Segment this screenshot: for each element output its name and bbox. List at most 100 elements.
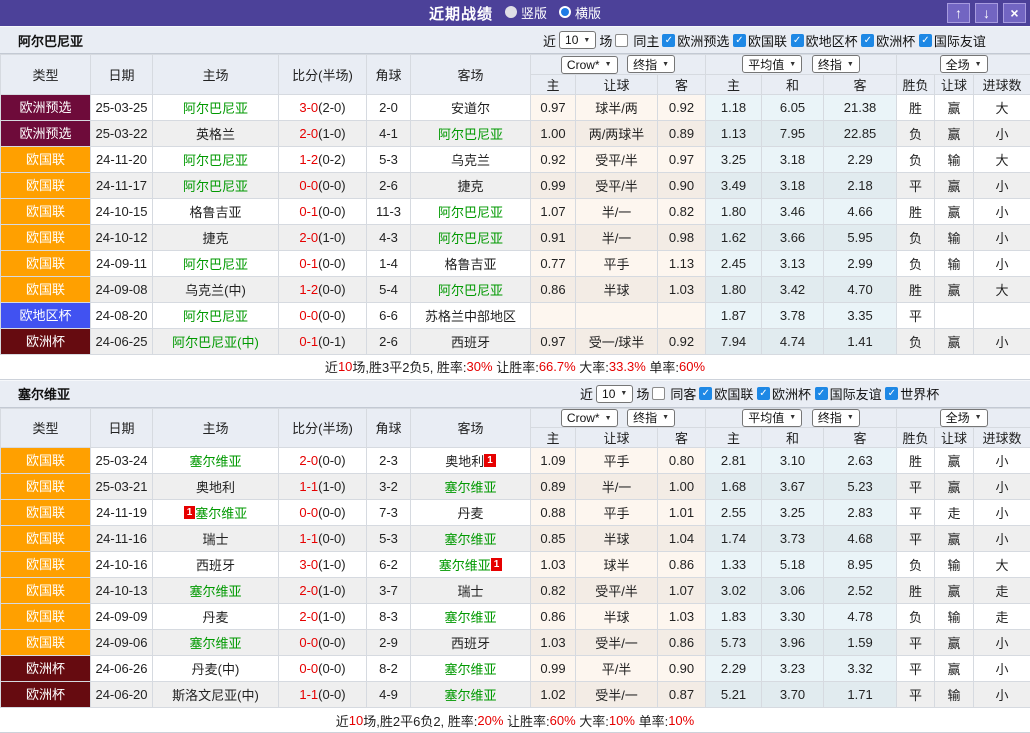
summary-text: 33.3% (609, 359, 646, 374)
corner-score: 2-3 (367, 448, 411, 474)
away-team[interactable]: 乌克兰 (451, 153, 490, 168)
match-count-select[interactable]: 10 (559, 31, 596, 49)
away-team[interactable]: 阿尔巴尼亚 (438, 283, 503, 298)
competition-filter[interactable]: 欧洲杯 (757, 384, 811, 403)
competition-badge: 欧国联 (1, 277, 90, 302)
same-venue-filter[interactable]: 同客 (652, 384, 696, 403)
competition-badge: 欧国联 (1, 630, 90, 655)
home-team[interactable]: 塞尔维亚 (189, 584, 241, 599)
match-date: 24-08-20 (91, 302, 153, 328)
away-team[interactable]: 塞尔维亚 (444, 480, 496, 495)
result-outcome: 负 (897, 604, 935, 630)
near-label: 近 (543, 31, 556, 50)
odds-away-win: 4.68 (824, 526, 897, 552)
home-team[interactable]: 塞尔维亚 (189, 636, 241, 651)
home-team[interactable]: 斯洛文尼亚(中) (172, 688, 259, 703)
home-team[interactable]: 阿尔巴尼亚(中) (172, 335, 259, 350)
odds-home-win: 1.87 (706, 302, 762, 328)
away-team[interactable]: 塞尔维亚 (444, 610, 496, 625)
competition-filters: 欧国联 欧洲杯 国际友谊 世界杯 (699, 384, 939, 403)
home-team[interactable]: 阿尔巴尼亚 (183, 153, 248, 168)
home-team[interactable]: 格鲁吉亚 (189, 205, 241, 220)
home-team[interactable]: 阿尔巴尼亚 (183, 179, 248, 194)
checkbox-unchecked-icon (652, 387, 665, 400)
handicap-home-odds: 0.77 (531, 250, 576, 276)
away-team[interactable]: 塞尔维亚 (444, 532, 496, 547)
home-team[interactable]: 丹麦 (202, 610, 228, 625)
move-down-button[interactable]: ↓ (975, 3, 998, 23)
handicap-home-odds: 0.88 (531, 500, 576, 526)
home-team[interactable]: 阿尔巴尼亚 (183, 309, 248, 324)
competition-badge: 欧国联 (1, 448, 90, 473)
layout-radio-vertical[interactable]: 竖版 (505, 3, 547, 22)
final-odds-select-2[interactable]: 终指 (812, 55, 860, 73)
away-team[interactable]: 捷克 (457, 179, 483, 194)
result-outcome: 负 (897, 120, 935, 146)
move-up-button[interactable]: ↑ (947, 3, 970, 23)
away-team[interactable]: 安道尔 (451, 101, 490, 116)
home-team[interactable]: 塞尔维亚 (189, 454, 241, 469)
away-team[interactable]: 阿尔巴尼亚 (438, 127, 503, 142)
result-goals: 小 (974, 250, 1030, 276)
match-row: 欧国联 24-10-15 格鲁吉亚 0-1(0-0) 11-3 阿尔巴尼亚 1.… (1, 198, 1030, 224)
away-team[interactable]: 塞尔维亚 (439, 558, 491, 573)
home-team[interactable]: 丹麦(中) (192, 662, 240, 677)
average-select[interactable]: 平均值 (742, 55, 802, 73)
home-team[interactable]: 捷克 (202, 231, 228, 246)
competition-filter[interactable]: 世界杯 (885, 384, 939, 403)
away-team[interactable]: 瑞士 (457, 584, 483, 599)
final-odds-select-2[interactable]: 终指 (812, 409, 860, 427)
home-team[interactable]: 瑞士 (202, 532, 228, 547)
handicap-away-odds: 0.98 (658, 224, 706, 250)
home-team[interactable]: 英格兰 (196, 127, 235, 142)
same-venue-filter[interactable]: 同主 (615, 31, 659, 50)
home-team[interactable]: 乌克兰(中) (185, 283, 246, 298)
competition-filter[interactable]: 欧国联 (699, 384, 753, 403)
result-handicap: 输 (935, 682, 974, 708)
away-team[interactable]: 格鲁吉亚 (444, 257, 496, 272)
away-team[interactable]: 塞尔维亚 (444, 688, 496, 703)
competition-badge: 欧国联 (1, 251, 90, 276)
scope-select[interactable]: 全场 (940, 409, 988, 427)
subcol-result-outcome: 胜负 (897, 74, 935, 94)
away-team[interactable]: 塞尔维亚 (444, 662, 496, 677)
corner-score: 1-4 (367, 250, 411, 276)
home-team[interactable]: 阿尔巴尼亚 (183, 257, 248, 272)
matches-table: 类型 日期 主场 比分(半场) 角球 客场 Crow* 终指 平均值 终指 (0, 408, 1030, 709)
away-team[interactable]: 丹麦 (457, 506, 483, 521)
away-team[interactable]: 阿尔巴尼亚 (438, 231, 503, 246)
home-team[interactable]: 阿尔巴尼亚 (183, 101, 248, 116)
competition-filter[interactable]: 欧洲杯 (861, 31, 915, 50)
competition-filter[interactable]: 欧地区杯 (791, 31, 858, 50)
match-date: 24-09-09 (91, 604, 153, 630)
average-select[interactable]: 平均值 (742, 409, 802, 427)
close-button[interactable]: × (1003, 3, 1026, 23)
result-goals: 小 (974, 198, 1030, 224)
result-handicap: 输 (935, 250, 974, 276)
final-odds-select-1[interactable]: 终指 (627, 55, 675, 73)
layout-radio-horizontal[interactable]: 横版 (559, 3, 601, 22)
away-team[interactable]: 奥地利 (445, 454, 484, 469)
final-odds-select-1[interactable]: 终指 (627, 409, 675, 427)
home-team[interactable]: 奥地利 (196, 480, 235, 495)
competition-filter[interactable]: 国际友谊 (815, 384, 882, 403)
competition-badge: 欧国联 (1, 147, 90, 172)
competition-filter[interactable]: 国际友谊 (919, 31, 986, 50)
home-team[interactable]: 西班牙 (196, 558, 235, 573)
home-team[interactable]: 塞尔维亚 (195, 506, 247, 521)
away-team[interactable]: 苏格兰中部地区 (425, 309, 516, 324)
subcol-result-goals: 进球数 (974, 74, 1030, 94)
away-team[interactable]: 西班牙 (451, 636, 490, 651)
bookmaker-select[interactable]: Crow* (561, 56, 618, 74)
match-date: 24-10-16 (91, 552, 153, 578)
away-team[interactable]: 西班牙 (451, 335, 490, 350)
competition-filter[interactable]: 欧洲预选 (662, 31, 729, 50)
bookmaker-select[interactable]: Crow* (561, 409, 618, 427)
halftime-score: (0-1) (318, 334, 345, 349)
scope-select[interactable]: 全场 (940, 55, 988, 73)
competition-filter[interactable]: 欧国联 (733, 31, 787, 50)
away-team[interactable]: 阿尔巴尼亚 (438, 205, 503, 220)
competition-filter-label: 欧洲杯 (876, 31, 915, 50)
match-count-select[interactable]: 10 (596, 385, 633, 403)
col-header-away: 客场 (411, 55, 531, 95)
